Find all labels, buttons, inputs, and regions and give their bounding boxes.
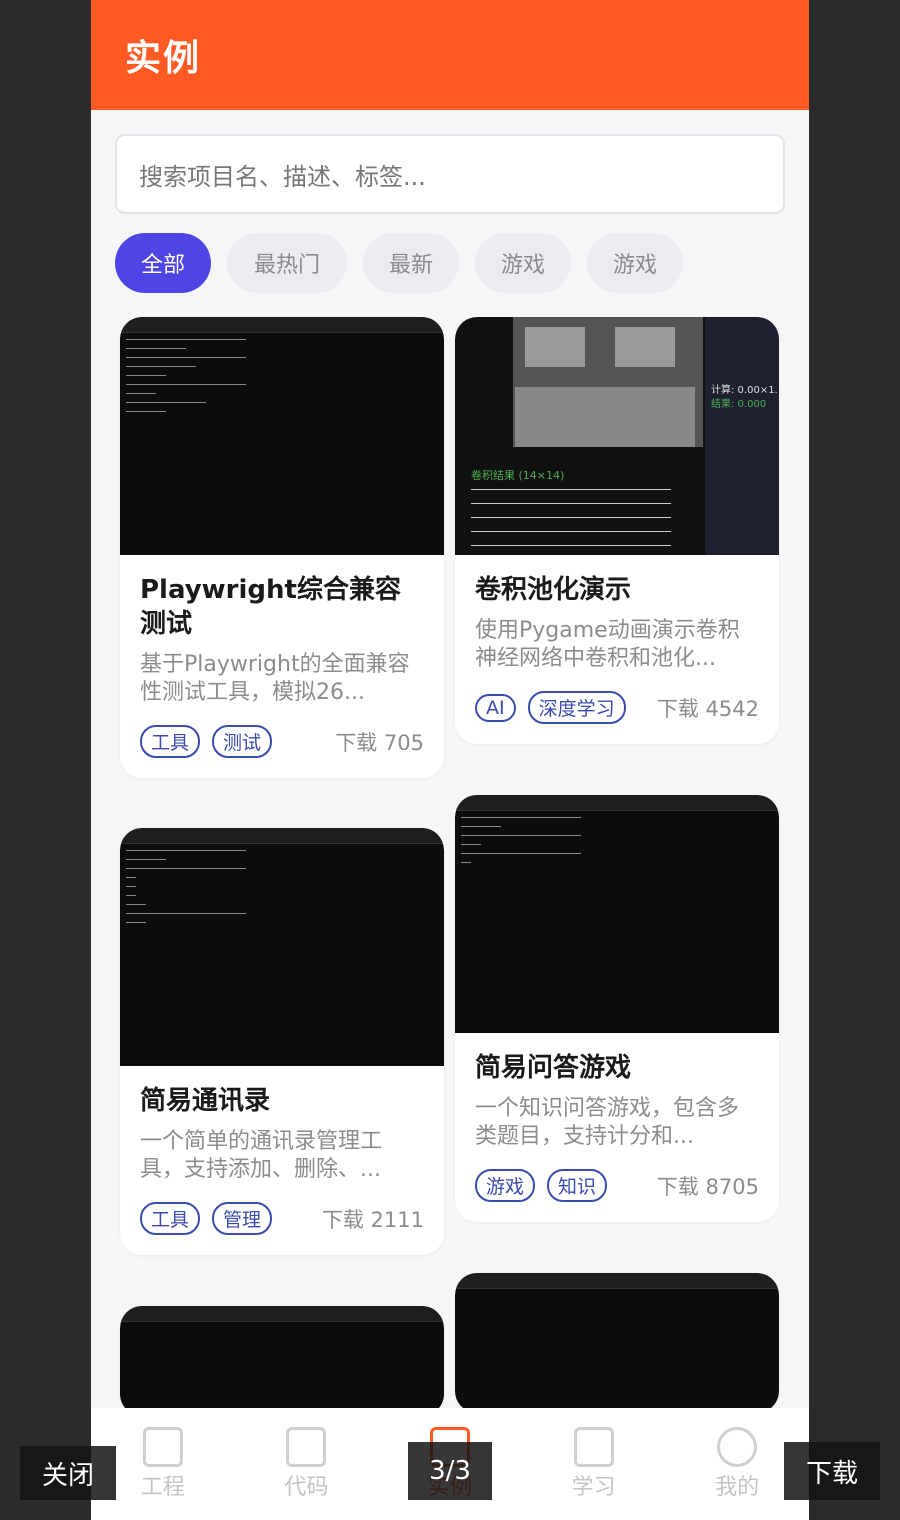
tab-label: 代码	[284, 1475, 329, 1500]
project-icon	[142, 1427, 183, 1467]
terminal-titlebar	[120, 317, 444, 333]
conv-calc: 计算: 0.00×1.	[711, 385, 778, 396]
books-icon	[573, 1427, 614, 1467]
card-thumbnail	[120, 317, 444, 555]
card-thumbnail	[120, 828, 444, 1066]
tab-learn[interactable]: 学习	[534, 1427, 654, 1501]
terminal-text	[126, 339, 246, 420]
chip-newest[interactable]: 最新	[363, 233, 459, 293]
search-placeholder: 搜索项目名、描述、标签...	[139, 162, 426, 191]
terminal-titlebar	[120, 1306, 444, 1322]
tab-code[interactable]: 代码	[246, 1427, 366, 1501]
chip-game[interactable]: 游戏	[475, 233, 571, 293]
tab-label: 工程	[140, 1475, 185, 1500]
project-card[interactable]: 计算: 0.00×1. 结果: 0.000 卷积结果 (14×14) 卷积池化演…	[455, 317, 779, 744]
download-count: 下载 705	[335, 730, 424, 755]
tab-project[interactable]: 工程	[103, 1427, 223, 1501]
tab-label: 我的	[715, 1475, 760, 1500]
card-description: 一个知识问答游戏，包含多类题目，支持计分和...	[475, 1096, 740, 1149]
card-description: 使用Pygame动画演示卷积神经网络中卷积和池化...	[475, 618, 740, 671]
user-icon	[717, 1427, 758, 1467]
terminal-titlebar	[455, 1273, 779, 1289]
page-indicator: 3/3	[408, 1442, 492, 1500]
conv-result: 结果: 0.000	[711, 399, 767, 410]
tag-manage[interactable]: 管理	[212, 1202, 273, 1235]
terminal-text	[126, 850, 246, 931]
code-icon	[286, 1427, 327, 1467]
terminal-text	[461, 817, 581, 871]
project-card[interactable]	[120, 1306, 444, 1416]
filter-chips: 全部 最热门 最新 游戏 游戏	[115, 233, 683, 293]
project-card[interactable]: 简易问答游戏 一个知识问答游戏，包含多类题目，支持计分和... 游戏 知识 下载…	[455, 795, 779, 1222]
card-title: 简易问答游戏	[475, 1053, 632, 1083]
download-button[interactable]: 下载	[784, 1442, 880, 1500]
chip-hottest[interactable]: 最热门	[227, 233, 347, 293]
terminal-titlebar	[120, 828, 444, 844]
conv-label: 卷积结果 (14×14)	[471, 469, 565, 482]
terminal-titlebar	[455, 795, 779, 811]
card-description: 基于Playwright的全面兼容性测试工具，模拟26...	[140, 652, 410, 705]
app-header: 实例	[91, 0, 809, 110]
chip-all[interactable]: 全部	[115, 233, 211, 293]
project-card[interactable]: Playwright综合兼容测试 基于Playwright的全面兼容性测试工具，…	[120, 317, 444, 778]
tag-deep-learning[interactable]: 深度学习	[527, 691, 626, 724]
tab-label: 学习	[571, 1475, 616, 1500]
download-count: 下载 2111	[321, 1207, 424, 1232]
tag-ai[interactable]: AI	[475, 693, 516, 722]
close-button[interactable]: 关闭	[20, 1446, 116, 1500]
search-input[interactable]: 搜索项目名、描述、标签...	[115, 134, 785, 214]
project-card[interactable]	[455, 1273, 779, 1413]
card-title: 卷积池化演示	[475, 575, 632, 605]
card-thumbnail: 计算: 0.00×1. 结果: 0.000 卷积结果 (14×14)	[455, 317, 779, 555]
card-thumbnail	[455, 795, 779, 1033]
download-count: 下载 8705	[656, 1174, 759, 1199]
tag-test[interactable]: 测试	[212, 725, 273, 758]
tag-game[interactable]: 游戏	[475, 1169, 536, 1202]
download-count: 下载 4542	[656, 696, 759, 721]
tab-me[interactable]: 我的	[677, 1427, 797, 1501]
page-title: 实例	[125, 38, 202, 79]
tag-tool[interactable]: 工具	[140, 1202, 201, 1235]
card-title: Playwright综合兼容测试	[140, 575, 401, 639]
tag-tool[interactable]: 工具	[140, 725, 201, 758]
card-thumbnail	[120, 1306, 444, 1416]
card-title: 简易通讯录	[140, 1086, 271, 1116]
tag-knowledge[interactable]: 知识	[547, 1169, 608, 1202]
app-screen: 实例 搜索项目名、描述、标签... 全部 最热门 最新 游戏 游戏 Playwr…	[91, 0, 809, 1520]
card-thumbnail	[455, 1273, 779, 1413]
chip-game-2[interactable]: 游戏	[587, 233, 683, 293]
project-card[interactable]: 简易通讯录 一个简单的通讯录管理工具，支持添加、删除、... 工具 管理 下载 …	[120, 828, 444, 1255]
card-description: 一个简单的通讯录管理工具，支持添加、删除、...	[140, 1129, 383, 1182]
